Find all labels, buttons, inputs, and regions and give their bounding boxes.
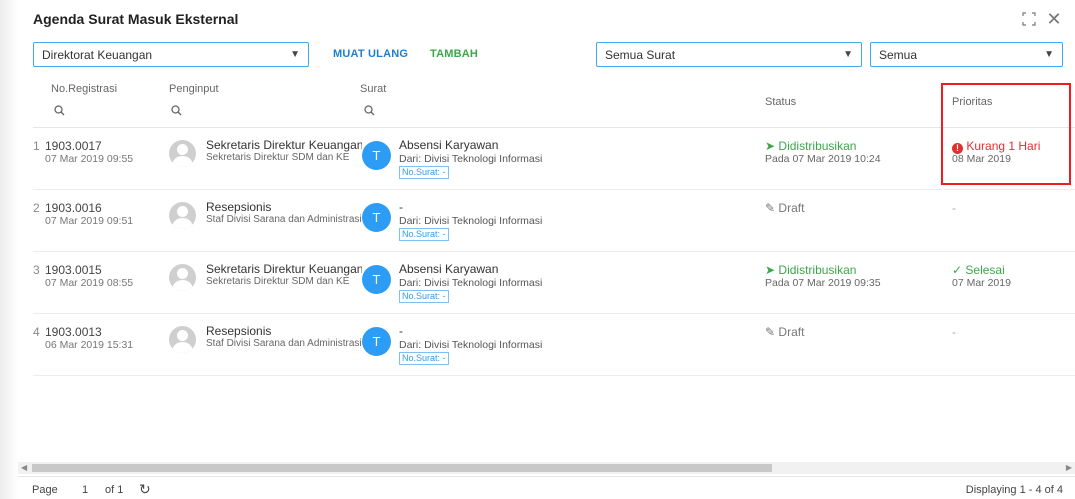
send-icon: ➤ xyxy=(765,263,776,277)
scroll-left-icon[interactable]: ◀ xyxy=(21,462,27,474)
status-date: Pada 07 Mar 2019 09:35 xyxy=(765,277,881,289)
table-row[interactable]: 2 1903.0016 07 Mar 2019 09:51 Resepsioni… xyxy=(33,191,1075,252)
maximize-icon[interactable] xyxy=(1020,10,1038,28)
page-number[interactable]: 1 xyxy=(82,484,88,496)
priority-label: - xyxy=(952,325,956,339)
inputter-name: Resepsionis xyxy=(206,324,272,338)
letter-sender: Dari: Divisi Teknologi Informasi xyxy=(399,153,543,165)
page-label: Page xyxy=(32,484,58,496)
registration-date: 07 Mar 2019 09:55 xyxy=(45,153,134,165)
letter-number-badge: No.Surat: - xyxy=(399,228,449,241)
letter-grid: No.Registrasi Penginput Surat Status Pri… xyxy=(33,77,1075,462)
scroll-right-icon[interactable]: ▶ xyxy=(1066,462,1072,474)
chevron-down-icon: ▼ xyxy=(1044,49,1054,60)
sender-avatar: T xyxy=(362,141,391,170)
window-title: Agenda Surat Masuk Eksternal xyxy=(33,11,239,27)
letter-number-badge: No.Surat: - xyxy=(399,290,449,303)
registration-number: 1903.0017 xyxy=(45,139,102,153)
avatar xyxy=(169,202,196,229)
registration-number: 1903.0016 xyxy=(45,201,102,215)
header-divider xyxy=(33,127,1075,128)
letter-subject: - xyxy=(399,200,403,214)
pagination-bar: Page 1 of 1 ↻ Displaying 1 - 4 of 4 xyxy=(18,476,1075,499)
send-icon: ➤ xyxy=(765,139,776,153)
inputter-role: Staf Divisi Sarana dan Administrasi xyxy=(206,338,362,349)
scrollbar-thumb[interactable] xyxy=(32,464,772,472)
display-count: Displaying 1 - 4 of 4 xyxy=(965,484,1063,496)
chevron-down-icon: ▼ xyxy=(290,49,300,60)
inputter-role: Staf Divisi Sarana dan Administrasi xyxy=(206,214,362,225)
sender-avatar: T xyxy=(362,327,391,356)
search-icon[interactable] xyxy=(364,105,375,116)
filter-select-value: Semua xyxy=(879,48,918,62)
status-label: ✎ Draft xyxy=(765,201,805,215)
avatar xyxy=(169,326,196,353)
table-row[interactable]: 3 1903.0015 07 Mar 2019 08:55 Sekretaris… xyxy=(33,253,1075,314)
chevron-down-icon: ▼ xyxy=(843,49,853,60)
status-label: ➤ Didistribusikan xyxy=(765,139,857,153)
unit-select-value: Direktorat Keuangan xyxy=(42,48,153,62)
column-header-status[interactable]: Status xyxy=(765,96,796,108)
filter-select[interactable]: Semua ▼ xyxy=(870,42,1063,67)
letter-subject: Absensi Karyawan xyxy=(399,262,499,276)
search-icon[interactable] xyxy=(54,105,65,116)
inputter-name: Sekretaris Direktur Keuangan xyxy=(206,262,362,276)
priority-date: 07 Mar 2019 xyxy=(952,277,1011,289)
sender-avatar: T xyxy=(362,203,391,232)
letter-sender: Dari: Divisi Teknologi Informasi xyxy=(399,339,543,351)
unit-select[interactable]: Direktorat Keuangan ▼ xyxy=(33,42,309,67)
table-row[interactable]: 1 1903.0017 07 Mar 2019 09:55 Sekretaris… xyxy=(33,129,1075,190)
add-button[interactable]: TAMBAH xyxy=(430,48,478,60)
page-count: of 1 xyxy=(105,484,124,496)
row-number: 1 xyxy=(33,139,40,153)
priority-highlight-box xyxy=(941,83,1071,185)
title-bar: Agenda Surat Masuk Eksternal ✕ xyxy=(18,0,1075,38)
inputter-name: Resepsionis xyxy=(206,200,272,214)
avatar xyxy=(169,140,196,167)
check-icon: ✓ xyxy=(952,263,963,277)
letter-number-badge: No.Surat: - xyxy=(399,166,449,179)
type-select[interactable]: Semua Surat ▼ xyxy=(596,42,862,67)
registration-date: 06 Mar 2019 15:31 xyxy=(45,339,134,351)
type-select-value: Semua Surat xyxy=(605,48,676,62)
priority-label: ✓ Selesai xyxy=(952,263,1005,277)
letter-number-badge: No.Surat: - xyxy=(399,352,449,365)
row-number: 2 xyxy=(33,201,40,215)
letter-sender: Dari: Divisi Teknologi Informasi xyxy=(399,215,543,227)
status-label: ➤ Didistribusikan xyxy=(765,263,857,277)
horizontal-scrollbar[interactable]: ◀ ▶ xyxy=(18,462,1075,474)
close-icon[interactable]: ✕ xyxy=(1045,10,1063,28)
registration-number: 1903.0015 xyxy=(45,263,102,277)
pencil-icon: ✎ xyxy=(765,325,776,339)
table-row[interactable]: 4 1903.0013 06 Mar 2019 15:31 Resepsioni… xyxy=(33,315,1075,376)
letter-subject: - xyxy=(399,324,403,338)
registration-date: 07 Mar 2019 08:55 xyxy=(45,277,134,289)
agenda-window: Agenda Surat Masuk Eksternal ✕ Direktora… xyxy=(0,0,1075,499)
column-header-surat[interactable]: Surat xyxy=(360,83,386,95)
window-shadow xyxy=(0,0,18,499)
inputter-name: Sekretaris Direktur Keuangan xyxy=(206,138,362,152)
letter-subject: Absensi Karyawan xyxy=(399,138,499,152)
toolbar: Direktorat Keuangan ▼ MUAT ULANG TAMBAH … xyxy=(33,42,1063,68)
status-label: ✎ Draft xyxy=(765,325,805,339)
column-header-registrasi[interactable]: No.Registrasi xyxy=(51,83,117,95)
row-number: 3 xyxy=(33,263,40,277)
priority-label: - xyxy=(952,201,956,215)
sender-avatar: T xyxy=(362,265,391,294)
letter-sender: Dari: Divisi Teknologi Informasi xyxy=(399,277,543,289)
inputter-role: Sekretaris Direktur SDM dan KE xyxy=(206,276,350,287)
reload-button[interactable]: MUAT ULANG xyxy=(333,48,408,60)
inputter-role: Sekretaris Direktur SDM dan KE xyxy=(206,152,350,163)
avatar xyxy=(169,264,196,291)
registration-number: 1903.0013 xyxy=(45,325,102,339)
refresh-icon[interactable]: ↻ xyxy=(139,481,151,498)
pencil-icon: ✎ xyxy=(765,201,776,215)
search-icon[interactable] xyxy=(171,105,182,116)
row-number: 4 xyxy=(33,325,40,339)
registration-date: 07 Mar 2019 09:51 xyxy=(45,215,134,227)
column-header-penginput[interactable]: Penginput xyxy=(169,83,219,95)
status-date: Pada 07 Mar 2019 10:24 xyxy=(765,153,881,165)
